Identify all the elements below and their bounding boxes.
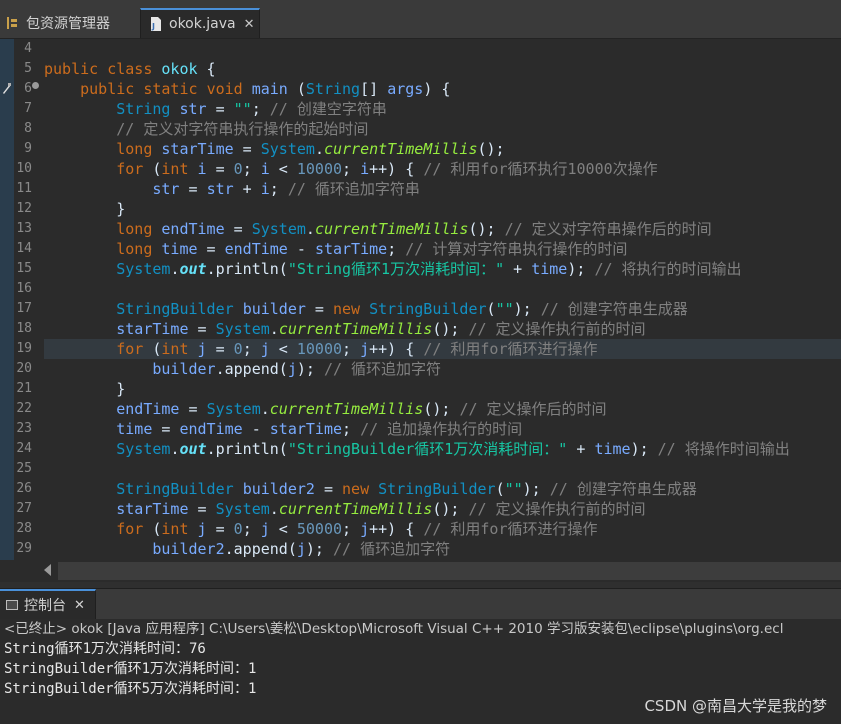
line-number: 16 [16, 281, 32, 296]
close-icon[interactable]: ✕ [244, 17, 255, 32]
java-file-icon: J [149, 16, 163, 32]
line-number: 26 [16, 481, 32, 496]
package-explorer-icon [6, 16, 18, 30]
line-number: 17 [16, 301, 32, 316]
line-number: 13 [16, 221, 32, 236]
code-line[interactable]: // 定义对字符串执行操作的起始时间 [44, 119, 841, 139]
editor-horizontal-scrollbar[interactable] [0, 560, 841, 582]
code-line[interactable]: public static void main (String[] args) … [44, 79, 841, 99]
code-line[interactable]: String str = ""; // 创建空字符串 [44, 99, 841, 119]
code-line[interactable]: System.out.println("String循环1万次消耗时间：" + … [44, 259, 841, 279]
code-line[interactable]: long endTime = System.currentTimeMillis(… [44, 219, 841, 239]
code-line[interactable]: long starTime = System.currentTimeMillis… [44, 139, 841, 159]
line-number: 5 [24, 61, 32, 76]
console-tab-bar: 控制台 ✕ [0, 589, 841, 619]
svg-text:J: J [151, 22, 155, 31]
line-number: 11 [16, 181, 32, 196]
console-view[interactable]: <已终止> okok [Java 应用程序] C:\Users\姜松\Deskt… [0, 619, 841, 724]
line-number: 24 [16, 441, 32, 456]
code-line[interactable]: starTime = System.currentTimeMillis(); /… [44, 499, 841, 519]
line-number: 7 [24, 101, 32, 116]
code-line[interactable]: public class okok { [44, 59, 841, 79]
line-number: 4 [24, 41, 32, 56]
code-line[interactable]: endTime = System.currentTimeMillis(); //… [44, 399, 841, 419]
editor-left-ruler [0, 39, 14, 560]
line-number: 29 [16, 541, 32, 556]
watermark: CSDN @南昌大学是我的梦 [644, 697, 827, 715]
code-line[interactable]: builder.append(j); // 循环追加字符 [44, 359, 841, 379]
code-line[interactable]: builder2.append(j); // 循环追加字符 [44, 539, 841, 559]
tab-console[interactable]: 控制台 ✕ [0, 589, 96, 619]
override-marker-icon [2, 79, 12, 94]
console-output-line: String循环1万次消耗时间：76 [4, 641, 206, 657]
code-line[interactable]: StringBuilder builder = new StringBuilde… [44, 299, 841, 319]
view-divider[interactable] [0, 582, 841, 589]
code-line[interactable]: } [44, 199, 841, 219]
line-number: 20 [16, 361, 32, 376]
code-line[interactable]: } [44, 379, 841, 399]
line-number: 19 [16, 341, 32, 356]
tab-okok-java[interactable]: J okok.java ✕ [140, 8, 260, 38]
line-number: 12 [16, 201, 32, 216]
code-editor[interactable]: 4 5 6 7 8 9 10 11 12 13 14 15 16 17 18 1… [0, 39, 841, 560]
fold-toggle-icon[interactable] [32, 82, 39, 89]
line-number: 8 [24, 121, 32, 136]
code-line[interactable]: starTime = System.currentTimeMillis(); /… [44, 319, 841, 339]
code-line[interactable]: System.out.println("StringBuilder循环1万次消耗… [44, 439, 841, 459]
code-line[interactable]: long time = endTime - starTime; // 计算对字符… [44, 239, 841, 259]
code-line[interactable]: for (int j = 0; j < 50000; j++) { // 利用f… [44, 519, 841, 539]
tab-package-explorer-label: 包资源管理器 [26, 16, 110, 32]
line-number: 18 [16, 321, 32, 336]
code-line-current[interactable]: for (int j = 0; j < 10000; j++) { // 利用f… [44, 339, 841, 359]
scroll-left-arrow-icon[interactable] [44, 564, 51, 576]
line-number: 23 [16, 421, 32, 436]
scrollbar-track[interactable] [58, 562, 841, 580]
console-output-line: StringBuilder循环1万次消耗时间：1 [4, 661, 257, 677]
console-icon [6, 600, 18, 610]
line-number: 25 [16, 461, 32, 476]
line-number: 10 [16, 161, 32, 176]
console-status: <已终止> okok [Java 应用程序] C:\Users\姜松\Deskt… [4, 621, 784, 637]
line-number: 27 [16, 501, 32, 516]
code-line[interactable]: time = endTime - starTime; // 追加操作执行的时间 [44, 419, 841, 439]
code-line[interactable]: for (int i = 0; i < 10000; i++) { // 利用f… [44, 159, 841, 179]
console-output-line: StringBuilder循环5万次消耗时间：1 [4, 681, 257, 697]
line-number: 15 [16, 261, 32, 276]
line-number: 6 [24, 81, 32, 96]
line-number: 28 [16, 521, 32, 536]
line-number: 21 [16, 381, 32, 396]
line-number: 14 [16, 241, 32, 256]
line-number: 22 [16, 401, 32, 416]
tab-console-label: 控制台 [24, 598, 66, 614]
tab-package-explorer[interactable]: 包资源管理器 [6, 8, 110, 38]
code-line[interactable]: str = str + i; // 循环追加字符串 [44, 179, 841, 199]
code-line[interactable]: StringBuilder builder2 = new StringBuild… [44, 479, 841, 499]
editor-tab-bar: 包资源管理器 J okok.java ✕ [0, 0, 841, 39]
close-icon[interactable]: ✕ [74, 598, 85, 613]
tab-okok-java-label: okok.java [169, 16, 236, 32]
line-number: 9 [24, 141, 32, 156]
